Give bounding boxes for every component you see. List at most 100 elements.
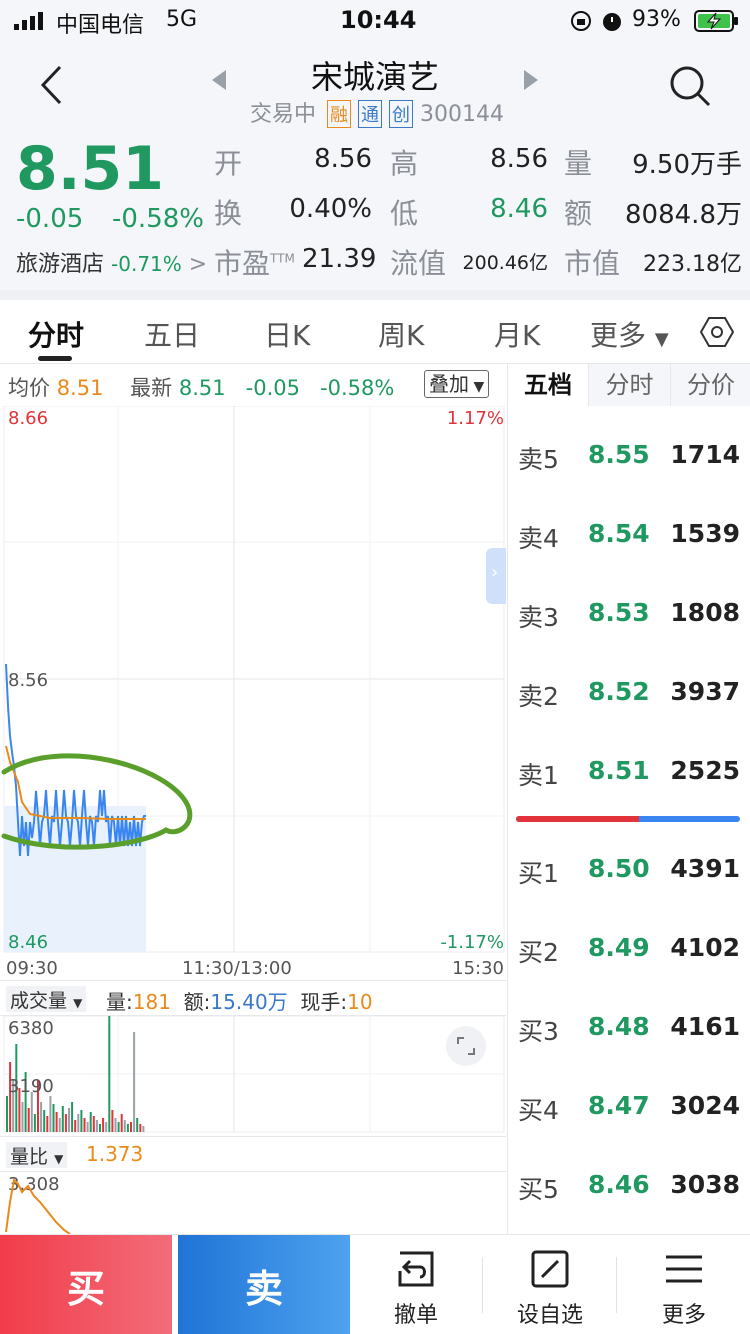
stock-header: 宋城演艺 交易中 融 通 创 300144 <box>0 40 750 130</box>
search-icon[interactable] <box>668 64 712 108</box>
current-hand: 10 <box>347 990 373 1014</box>
bid-price: 8.46 <box>588 1170 650 1199</box>
bid-level-label: 买4 <box>518 1096 559 1125</box>
tab-daily-k[interactable]: 日K <box>264 314 310 354</box>
next-stock-icon[interactable] <box>524 70 540 90</box>
bid-level-label: 买2 <box>518 938 559 967</box>
volume-bar <box>139 1124 142 1132</box>
low-value: 8.46 <box>490 194 548 224</box>
turnover-value: 0.40% <box>289 194 372 224</box>
tab-intraday[interactable]: 分时 <box>28 314 84 354</box>
pe-value: 21.39 <box>302 244 377 274</box>
volume-bar <box>105 1122 108 1132</box>
tab-level-five[interactable]: 五档 <box>508 364 588 406</box>
pct-axis-top: 1.17% <box>446 408 504 429</box>
y-axis-top: 8.66 <box>8 408 49 429</box>
ask-price: 8.52 <box>588 677 650 706</box>
tab-trades[interactable]: 分时 <box>588 364 670 406</box>
bid-volume: 4102 <box>670 933 740 962</box>
volume-bar <box>68 1108 70 1132</box>
y-axis-mid: 8.56 <box>8 670 49 691</box>
add-watchlist-button[interactable]: 设自选 <box>490 1235 610 1334</box>
intraday-chart[interactable]: 均价 8.51 最新 8.51 -0.05 -0.58% 叠加 ▼ 8.66 1… <box>0 364 506 1234</box>
volume-bar <box>86 1122 89 1132</box>
sell-button[interactable]: 卖 <box>178 1235 350 1334</box>
overlay-dropdown[interactable]: 叠加 ▼ <box>424 370 490 398</box>
volume-label: 量 <box>564 147 593 180</box>
tab-five-day[interactable]: 五日 <box>144 314 200 354</box>
volume-bar <box>130 1122 132 1132</box>
tab-monthly-k[interactable]: 月K <box>494 314 540 354</box>
volume-bar <box>61 1106 64 1132</box>
expand-handle[interactable]: › <box>486 548 506 604</box>
volume-bar <box>77 1114 80 1132</box>
turnover-label: 换 <box>214 197 243 230</box>
bid-row[interactable]: 买3 8.48 4161 <box>518 1006 746 1046</box>
bid-price: 8.49 <box>588 933 650 962</box>
volume-bar <box>89 1112 92 1132</box>
ask-volume: 3937 <box>670 677 740 706</box>
ask-row[interactable]: 卖5 8.55 1714 <box>518 434 746 474</box>
open-value: 8.56 <box>314 144 372 174</box>
volume-bar <box>120 1114 123 1132</box>
undo-icon <box>398 1251 434 1287</box>
bid-row[interactable]: 买1 8.50 4391 <box>518 848 746 888</box>
more-label: 更多 <box>661 1303 706 1328</box>
low-label: 低 <box>390 197 419 230</box>
sector-change: -0.71% <box>111 252 182 276</box>
volume-bar <box>27 1108 30 1132</box>
volume-value: 9.50万手 <box>632 150 742 180</box>
cancel-order-button[interactable]: 撤单 <box>356 1235 476 1334</box>
ask-level-label: 卖4 <box>518 524 559 553</box>
ask-price: 8.55 <box>588 440 650 469</box>
pct-axis-bottom: -1.17% <box>440 932 504 953</box>
fullscreen-button[interactable] <box>446 1026 486 1066</box>
bid-level-label: 买5 <box>518 1175 559 1204</box>
bid-row[interactable]: 买4 8.47 3024 <box>518 1085 746 1125</box>
volume-bar <box>142 1126 145 1132</box>
buy-button[interactable]: 买 <box>0 1235 172 1334</box>
badge-margin: 融 <box>327 100 352 128</box>
x-axis-mid: 11:30/13:00 <box>182 958 292 979</box>
chart-settings-icon[interactable] <box>700 316 734 348</box>
add-watchlist-label: 设自选 <box>516 1303 583 1328</box>
volume-bar <box>46 1116 49 1132</box>
menu-icon <box>666 1255 702 1283</box>
x-axis-start: 09:30 <box>6 958 58 979</box>
tab-price-dist[interactable]: 分价 <box>670 364 750 406</box>
sector-link[interactable]: 旅游酒店 -0.71% > <box>16 246 207 278</box>
tab-weekly-k[interactable]: 周K <box>378 314 424 354</box>
volume-indicator-dropdown[interactable]: 成交量 ▼ <box>6 986 87 1012</box>
volume-bar <box>64 1114 67 1132</box>
ask-price: 8.54 <box>588 519 650 548</box>
ask-price: 8.51 <box>588 756 650 785</box>
buy-sell-ratio-bar <box>516 816 740 822</box>
more-button[interactable]: 更多 <box>624 1235 744 1334</box>
bid-row[interactable]: 买5 8.46 3038 <box>518 1164 746 1204</box>
divider <box>616 1257 617 1313</box>
volume-bar <box>49 1096 52 1132</box>
ask-level-label: 卖5 <box>518 445 559 474</box>
last-price: 8.51 <box>16 134 165 204</box>
volume-bar <box>99 1124 101 1132</box>
ratio-indicator-dropdown[interactable]: 量比 ▼ <box>6 1142 68 1168</box>
volume-bar <box>111 1110 114 1132</box>
bid-level-label: 买3 <box>518 1017 559 1046</box>
volume-bar <box>52 1104 55 1132</box>
volume-bar <box>126 1124 129 1132</box>
volume-bar <box>21 1102 24 1132</box>
latest-price: 8.51 <box>178 376 226 400</box>
ask-row[interactable]: 卖1 8.51 2525 <box>518 750 746 790</box>
high-value: 8.56 <box>490 144 548 174</box>
volume-bar <box>133 1032 136 1132</box>
ask-volume: 1714 <box>670 440 740 469</box>
ask-level-label: 卖3 <box>518 603 559 632</box>
tab-more[interactable]: 更多 ▼ <box>590 314 669 354</box>
ask-row[interactable]: 卖2 8.52 3937 <box>518 671 746 711</box>
ask-row[interactable]: 卖3 8.53 1808 <box>518 592 746 632</box>
bid-row[interactable]: 买2 8.49 4102 <box>518 927 746 967</box>
volume-bar <box>95 1120 98 1132</box>
badge-chinext: 创 <box>389 100 414 128</box>
stock-subtitle: 交易中 融 通 创 300144 <box>250 96 504 128</box>
ask-row[interactable]: 卖4 8.54 1539 <box>518 513 746 553</box>
